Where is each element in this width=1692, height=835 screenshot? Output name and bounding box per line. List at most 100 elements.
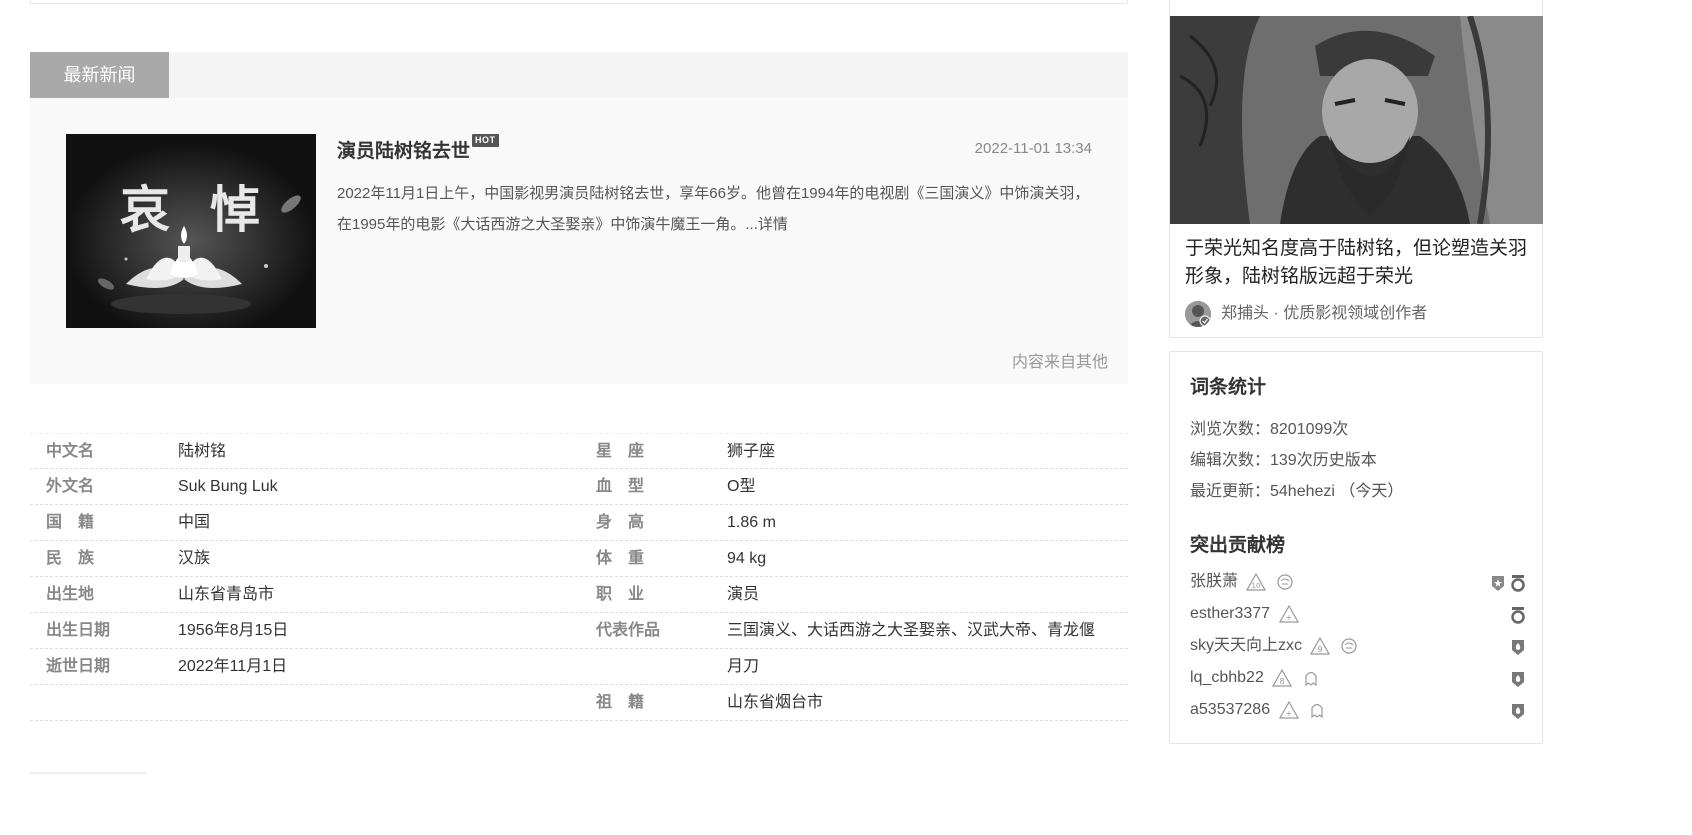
info-value: 汉族	[178, 550, 211, 567]
contributor-name[interactable]: esther3377	[1190, 605, 1270, 622]
article-author[interactable]: 郑捕头 · 优质影视领域创作者	[1185, 300, 1427, 328]
entry-stats-panel: 词条统计 浏览次数：8201099次 编辑次数：139次历史版本 最近更新：54…	[1169, 351, 1543, 744]
table-row: 民 族 汉族 体 重 94 kg	[30, 541, 1128, 577]
stat-views: 浏览次数：8201099次	[1190, 421, 1349, 438]
contributor-name[interactable]: 张朕萧	[1190, 573, 1238, 590]
news-title-wrap[interactable]: 演员陆树铭去世HOT	[337, 134, 499, 163]
avatar-icon	[1185, 300, 1211, 327]
news-item: 哀 悼 演员陆树铭去世HOT 2022-11-01 13:34 2022年11月…	[30, 98, 1128, 384]
info-value: 中国	[178, 514, 211, 531]
info-value: 2022年11月1日	[178, 658, 288, 675]
list-item[interactable]: esther3377 +	[1190, 600, 1526, 628]
related-article-card[interactable]: 于荣光知名度高于陆树铭，但论塑造关羽形象，陆树铭版远超于荣光 郑捕头 · 优质影…	[1169, 0, 1543, 338]
contrib-heading: 突出贡献榜	[1190, 535, 1286, 556]
table-row: 出生日期 1956年8月15日 代表作品 三国演义、大话西游之大圣娶亲、汉武大帝…	[30, 613, 1128, 649]
level-text: 8	[1280, 677, 1285, 686]
top-panel-edge	[30, 0, 1128, 4]
guan-yu-photo	[1170, 16, 1543, 224]
info-key: 职 业	[596, 586, 645, 603]
honor-icons	[1510, 638, 1526, 666]
table-row: 国 籍 中国 身 高 1.86 m	[30, 505, 1128, 541]
info-key: 逝世日期	[46, 658, 111, 675]
medal-icon	[1511, 607, 1525, 624]
news-summary[interactable]: 2022年11月1日上午，中国影视男演员陆树铭去世，享年66岁。他曾在1994年…	[337, 178, 1097, 240]
table-row: 祖 籍 山东省烟台市	[30, 685, 1128, 721]
level-text: 10	[1252, 582, 1261, 590]
info-key: 外文名	[46, 478, 95, 495]
news-header: 最新新闻	[30, 52, 1128, 98]
info-value-link[interactable]: 三国演义、大话西游之大圣娶亲、汉武大帝、青龙偃	[727, 613, 1095, 649]
level-badge-icon: 9	[1310, 636, 1331, 655]
list-item[interactable]: lq_cbhb22 8	[1190, 664, 1526, 692]
contributor-name[interactable]: lq_cbhb22	[1190, 669, 1264, 686]
info-value: Suk Bung Luk	[178, 478, 278, 495]
section-tab-stub	[30, 772, 146, 776]
list-item[interactable]: 张朕萧 10	[1190, 568, 1526, 596]
thumb-text-right: 悼	[210, 180, 260, 239]
medal-icon	[1511, 575, 1525, 592]
mourning-lotus-image	[66, 134, 316, 328]
info-value: O型	[727, 478, 756, 495]
info-key: 血 型	[596, 478, 645, 495]
info-key: 星 座	[596, 443, 645, 460]
article-image[interactable]	[1170, 16, 1543, 224]
level-badge-icon: 10	[1246, 572, 1267, 591]
info-key: 祖 籍	[596, 694, 645, 711]
stats-heading: 词条统计	[1190, 377, 1267, 398]
info-value: 演员	[727, 586, 760, 603]
contributor-name[interactable]: sky天天向上zxc	[1190, 637, 1302, 654]
news-timestamp: 2022-11-01 13:34	[974, 140, 1092, 157]
info-key: 体 重	[596, 550, 645, 567]
news-tab[interactable]: 最新新闻	[30, 52, 169, 98]
flame-shield-icon	[1512, 672, 1524, 687]
info-value: 94 kg	[727, 550, 767, 567]
stat-updated: 最近更新：54hehezi （今天）	[1190, 483, 1404, 500]
info-key: 民 族	[46, 550, 95, 567]
honor-icons	[1510, 670, 1526, 698]
level-text: 9	[1318, 645, 1323, 654]
honor-icons	[1490, 574, 1526, 602]
table-row: 中文名 陆树铭 星 座 狮子座	[30, 433, 1128, 469]
flame-shield-icon	[1512, 640, 1524, 655]
info-value: 狮子座	[727, 443, 776, 460]
honor-icons	[1510, 702, 1526, 730]
news-title[interactable]: 演员陆树铭去世	[337, 141, 470, 162]
ghost-icon	[1305, 671, 1317, 687]
info-value: 山东省烟台市	[727, 694, 824, 711]
avatar	[1185, 300, 1211, 327]
news-source: 内容来自其他	[1011, 354, 1108, 371]
flame-shield-icon	[1512, 704, 1524, 719]
info-key: 出生地	[46, 586, 95, 603]
info-key: 中文名	[46, 443, 95, 460]
info-value-link[interactable]: 月刀	[727, 649, 759, 685]
table-row: 出生地 山东省青岛市 职 业 演员	[30, 577, 1128, 613]
info-key: 身 高	[596, 514, 645, 531]
stat-edits-link[interactable]: 编辑次数：139次历史版本	[1190, 446, 1377, 470]
author-name: 郑捕头 · 优质影视领域创作者	[1221, 305, 1428, 322]
info-key: 代表作品	[596, 622, 661, 639]
info-value: 1956年8月15日	[178, 622, 289, 639]
star-shield-icon	[1491, 576, 1504, 591]
contributor-name[interactable]: a53537286	[1190, 701, 1270, 718]
info-table: 中文名 陆树铭 星 座 狮子座 外文名 Suk Bung Luk 血 型 O型 …	[30, 433, 1128, 721]
level-badge-icon: 8	[1272, 668, 1293, 687]
news-thumbnail[interactable]: 哀 悼	[66, 134, 316, 328]
info-key: 国 籍	[46, 514, 95, 531]
table-row: 外文名 Suk Bung Luk 血 型 O型	[30, 469, 1128, 505]
level-text: +	[1285, 709, 1292, 718]
honor-icons	[1510, 606, 1526, 634]
table-row: 逝世日期 2022年11月1日 月刀	[30, 649, 1128, 685]
level-badge-icon: +	[1278, 700, 1299, 719]
info-key: 出生日期	[46, 622, 111, 639]
list-item[interactable]: sky天天向上zxc 9	[1190, 632, 1526, 660]
list-item[interactable]: a53537286 +	[1190, 696, 1526, 724]
level-text: +	[1285, 613, 1292, 622]
level-badge-icon: +	[1278, 604, 1299, 623]
expert-icon	[1341, 638, 1357, 654]
thumb-text-left: 哀	[120, 180, 170, 239]
hot-badge: HOT	[472, 134, 499, 147]
expert-icon	[1277, 574, 1293, 590]
info-value: 山东省青岛市	[178, 586, 275, 603]
article-title[interactable]: 于荣光知名度高于陆树铭，但论塑造关羽形象，陆树铭版远超于荣光	[1185, 235, 1535, 291]
info-value: 1.86 m	[727, 514, 776, 531]
